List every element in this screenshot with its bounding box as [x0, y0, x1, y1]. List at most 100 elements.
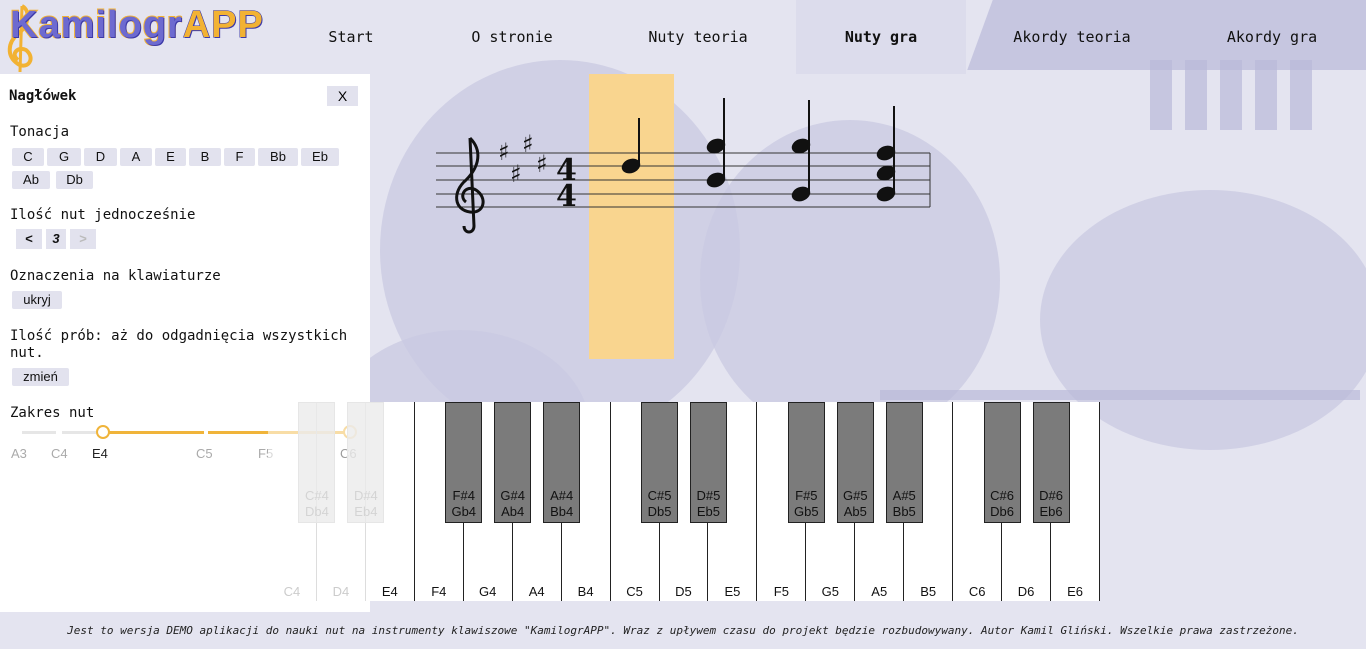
black-key-gsharp5[interactable]: G#5 Ab5 [836, 402, 874, 523]
key-option-f[interactable]: F [224, 148, 255, 166]
white-key-label: G4 [479, 584, 497, 599]
white-key-label: C4 [283, 584, 301, 599]
nav-akordy-teoria[interactable]: Akordy teoria [990, 0, 1154, 74]
note-group-4 [876, 106, 896, 202]
decrease-notes-button[interactable]: < [16, 229, 42, 249]
range-tick-e4: E4 [92, 446, 108, 461]
black-key-label: D#6 Eb6 [1034, 488, 1069, 520]
white-key-label: B4 [577, 584, 594, 599]
key-option-d[interactable]: D [84, 148, 117, 166]
app-logo[interactable]: KamilogrAPP [0, 0, 285, 74]
black-key-dsharp4[interactable]: D#4 Eb4 [347, 402, 385, 523]
black-key-label: C#6 Db6 [985, 488, 1020, 520]
hide-markings-button[interactable]: ukryj [12, 291, 62, 309]
nav-start[interactable]: Start [292, 0, 410, 74]
black-key-fsharp5[interactable]: F#5 Gb5 [787, 402, 825, 523]
key-label: Tonacja [10, 124, 70, 140]
flat-name: Eb6 [1039, 504, 1063, 519]
key-option-bb[interactable]: Bb [258, 148, 298, 166]
white-key-label: C5 [626, 584, 643, 599]
flat-name: Db6 [990, 504, 1015, 519]
key-option-a[interactable]: A [120, 148, 152, 166]
keyboard-markings-label: Oznaczenia na klawiaturze [10, 268, 221, 284]
panel-title: Nagłówek [9, 88, 77, 104]
svg-text:4: 4 [556, 179, 577, 214]
sharp-name: D#5 [696, 488, 721, 503]
increase-notes-button[interactable]: > [70, 229, 96, 249]
piano-keyboard: C4 D4 E4 F4 G4 A4 B4 C5 D5 E5 F5 G5 A5 B5 C6 D6 E6 C#4 Db4… [268, 402, 1100, 601]
white-key-label: F4 [431, 584, 447, 599]
black-key-fsharp4[interactable]: F#4 Gb4 [445, 402, 483, 523]
sharp-name: C#6 [990, 488, 1015, 503]
key-option-eb[interactable]: Eb [301, 148, 339, 166]
white-key-label: C6 [968, 584, 986, 599]
black-key-label: D#4 Eb4 [348, 488, 383, 520]
black-key-label: A#4 Bb4 [544, 488, 579, 520]
svg-text:♯: ♯ [510, 160, 522, 188]
flat-name: Eb4 [354, 504, 378, 519]
black-key-dsharp6[interactable]: D#6 Eb6 [1032, 402, 1070, 523]
range-start-handle[interactable] [96, 425, 110, 439]
sharp-name: C#5 [647, 488, 672, 503]
black-key-csharp5[interactable]: C#5 Db5 [641, 402, 679, 523]
svg-text:♯: ♯ [498, 138, 510, 166]
sharp-name: D#4 [353, 488, 378, 503]
notes-count-value: 3 [46, 229, 66, 249]
change-attempts-button[interactable]: zmień [12, 368, 69, 386]
black-key-csharp4[interactable]: C#4 Db4 [298, 402, 336, 523]
nav-nuty-teoria[interactable]: Nuty teoria [620, 0, 776, 74]
close-button[interactable]: X [327, 86, 358, 106]
sharp-name: C#4 [305, 488, 329, 503]
range-tick-c5: C5 [196, 446, 213, 461]
black-key-label: C#4 Db4 [299, 488, 334, 520]
note-group-2 [706, 98, 726, 188]
black-key-asharp4[interactable]: A#4 Bb4 [543, 402, 581, 523]
sharp-name: G#4 [500, 488, 525, 503]
black-key-dsharp5[interactable]: D#5 Eb5 [689, 402, 727, 523]
black-key-label: F#4 Gb4 [446, 488, 481, 520]
black-key-label: A#5 Bb5 [887, 488, 922, 520]
white-key-label: D6 [1017, 584, 1035, 599]
flat-name: Db4 [305, 504, 329, 519]
footer-notice: Jest to wersja DEMO aplikacji do nauki n… [67, 624, 1299, 637]
range-fill-segment [102, 431, 204, 434]
attempts-label: Ilość prób: aż do odgadnięcia wszystkich… [10, 328, 348, 361]
white-key-label: D5 [675, 584, 692, 599]
white-key-label: E6 [1067, 584, 1083, 599]
key-option-c[interactable]: C [12, 148, 44, 166]
note-range-label: Zakres nut [10, 405, 95, 421]
white-key-label: E4 [381, 584, 398, 599]
key-option-g[interactable]: G [47, 148, 81, 166]
white-key-label: G5 [821, 584, 839, 599]
range-tick-c4: C4 [51, 446, 68, 461]
top-navigation-bar: KamilogrAPP Start O stronie Nuty teoria … [0, 0, 1366, 74]
flat-name: Bb5 [892, 504, 916, 519]
key-option-e[interactable]: E [155, 148, 186, 166]
svg-text:♯: ♯ [536, 150, 548, 178]
flat-name: Eb5 [696, 504, 721, 519]
black-key-csharp6[interactable]: C#6 Db6 [983, 402, 1021, 523]
nav-o-stronie[interactable]: O stronie [444, 0, 580, 74]
key-option-b[interactable]: B [189, 148, 221, 166]
simultaneous-notes-label: Ilość nut jednocześnie [10, 207, 196, 223]
time-signature: 4 4 [556, 153, 577, 214]
sharp-name: G#5 [842, 488, 868, 503]
black-key-label: F#5 Gb5 [789, 488, 824, 520]
flat-name: Ab4 [501, 504, 525, 519]
nav-akordy-gra[interactable]: Akordy gra [1186, 0, 1358, 74]
white-key-label: A5 [871, 584, 888, 599]
white-key-label: F5 [773, 584, 789, 599]
white-key-label: A4 [528, 584, 545, 599]
treble-clef-icon [455, 136, 485, 234]
key-option-db[interactable]: Db [56, 171, 93, 189]
music-staff: ♯ ♯ ♯ ♯ 4 4 [436, 98, 931, 234]
note-group-1 [621, 118, 641, 174]
black-key-asharp5[interactable]: A#5 Bb5 [885, 402, 923, 523]
range-track-segment [22, 431, 56, 434]
flat-name: Gb5 [794, 504, 819, 519]
black-key-gsharp4[interactable]: G#4 Ab4 [494, 402, 532, 523]
note-group-3 [791, 100, 811, 202]
key-option-ab[interactable]: Ab [12, 171, 50, 189]
white-key-label: D4 [332, 584, 350, 599]
nav-nuty-gra[interactable]: Nuty gra [796, 0, 966, 74]
